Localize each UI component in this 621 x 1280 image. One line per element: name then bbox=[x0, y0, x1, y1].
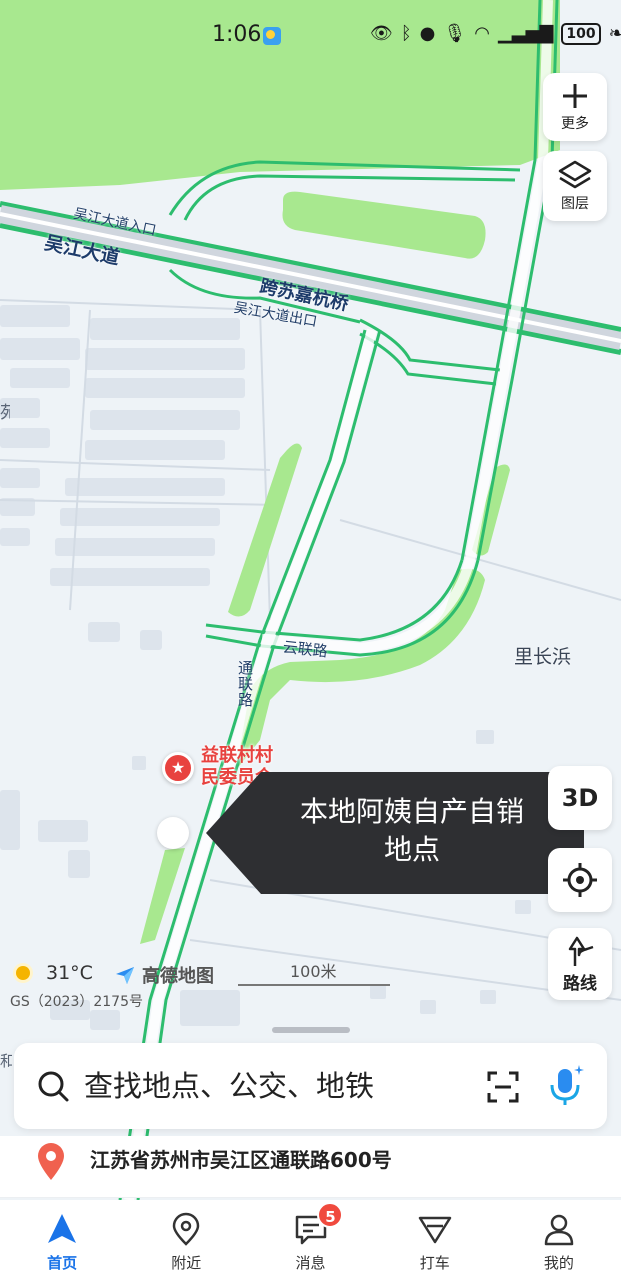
amap-logo: 高德地图 bbox=[114, 962, 214, 988]
weather-status-icon bbox=[263, 27, 281, 45]
current-address-text: 江苏省苏州市吴江区通联路600号 bbox=[90, 1148, 392, 1172]
map-license: GS（2023）2175号 bbox=[10, 994, 143, 1010]
poi-marker-village-committee[interactable]: ★ bbox=[162, 752, 194, 784]
layers-button[interactable]: 图层 bbox=[543, 151, 607, 221]
search-box[interactable]: 查找地点、公交、地铁 bbox=[14, 1043, 607, 1129]
tab-profile-label: 我的 bbox=[543, 1254, 574, 1272]
locate-button[interactable] bbox=[548, 848, 612, 912]
tab-home-label: 首页 bbox=[47, 1254, 78, 1272]
message-badge: 5 bbox=[317, 1202, 344, 1228]
more-button[interactable]: 更多 bbox=[543, 73, 607, 141]
search-icon bbox=[38, 1071, 69, 1102]
status-time: 1:06 bbox=[212, 22, 262, 47]
scale-label: 100米 bbox=[290, 962, 337, 981]
tab-messages-label: 消息 bbox=[295, 1254, 326, 1272]
amap-logo-icon bbox=[116, 967, 134, 984]
amap-logo-text: 高德地图 bbox=[142, 966, 214, 987]
route-label: 路线 bbox=[563, 973, 597, 994]
layers-icon bbox=[558, 160, 592, 189]
route-icon bbox=[568, 936, 594, 966]
leaf-icon: ❧ bbox=[608, 23, 621, 44]
taxi-icon bbox=[418, 1216, 451, 1244]
map-canvas[interactable] bbox=[0, 0, 621, 1200]
plus-icon bbox=[563, 84, 587, 108]
tooltip-line1: 本地阿姨自产自销 bbox=[299, 795, 524, 828]
route-button[interactable]: 路线 bbox=[548, 928, 612, 1000]
nearby-pin-icon bbox=[173, 1212, 200, 1246]
scan-icon[interactable] bbox=[486, 1070, 520, 1104]
tooltip-text: 本地阿姨自产自销 地点 bbox=[262, 793, 562, 869]
bottom-tab-bar: 首页 附近 消息 5 打车 我的 bbox=[0, 1200, 621, 1280]
location-icon: ● bbox=[419, 23, 436, 44]
tooltip-line2: 地点 bbox=[383, 833, 440, 866]
5g-signal-icon: ▁▃▅▇ bbox=[497, 23, 554, 44]
profile-icon bbox=[544, 1214, 574, 1246]
tab-taxi-label: 打车 bbox=[419, 1254, 450, 1272]
battery-icon: 100 bbox=[561, 23, 601, 45]
scale-bar bbox=[238, 982, 390, 986]
voice-mic-icon[interactable] bbox=[546, 1063, 586, 1109]
current-address-row[interactable]: 江苏省苏州市吴江区通联路600号 bbox=[0, 1136, 621, 1198]
navigation-arrow-icon bbox=[48, 1214, 77, 1243]
3d-button[interactable]: 3D bbox=[548, 766, 612, 830]
weather-widget[interactable]: 31°C bbox=[10, 960, 93, 986]
eye-icon: 👁 bbox=[370, 23, 393, 44]
tab-home[interactable]: 首页 bbox=[0, 1200, 124, 1280]
tab-profile[interactable]: 我的 bbox=[497, 1200, 621, 1280]
poi-name-line1: 益联村村 bbox=[201, 745, 273, 766]
bluetooth-icon: ᛒ bbox=[400, 23, 412, 44]
sun-icon bbox=[10, 960, 36, 986]
tab-nearby[interactable]: 附近 bbox=[124, 1200, 248, 1280]
address-pin-icon bbox=[38, 1143, 64, 1180]
wifi-icon: ◠ bbox=[474, 23, 490, 44]
weather-temperature: 31°C bbox=[46, 962, 93, 984]
mic-icon: 🎙 bbox=[443, 23, 467, 44]
tab-messages[interactable]: 消息 5 bbox=[248, 1200, 372, 1280]
layers-label: 图层 bbox=[561, 196, 589, 212]
sheet-handle[interactable] bbox=[272, 1027, 350, 1033]
search-input[interactable]: 查找地点、公交、地铁 bbox=[84, 1067, 374, 1105]
tab-nearby-label: 附近 bbox=[171, 1254, 202, 1272]
tab-taxi[interactable]: 打车 bbox=[373, 1200, 497, 1280]
status-bar: 1:06 👁 ᛒ ● 🎙 ◠ ▁▃▅▇ 100 ❧ bbox=[0, 0, 621, 70]
current-location-dot bbox=[157, 817, 189, 849]
status-icons: 👁 ᛒ ● 🎙 ◠ ▁▃▅▇ 100 ❧ bbox=[370, 22, 621, 46]
3d-label: 3D bbox=[561, 784, 599, 812]
locate-icon bbox=[563, 863, 597, 897]
more-label: 更多 bbox=[561, 116, 589, 132]
